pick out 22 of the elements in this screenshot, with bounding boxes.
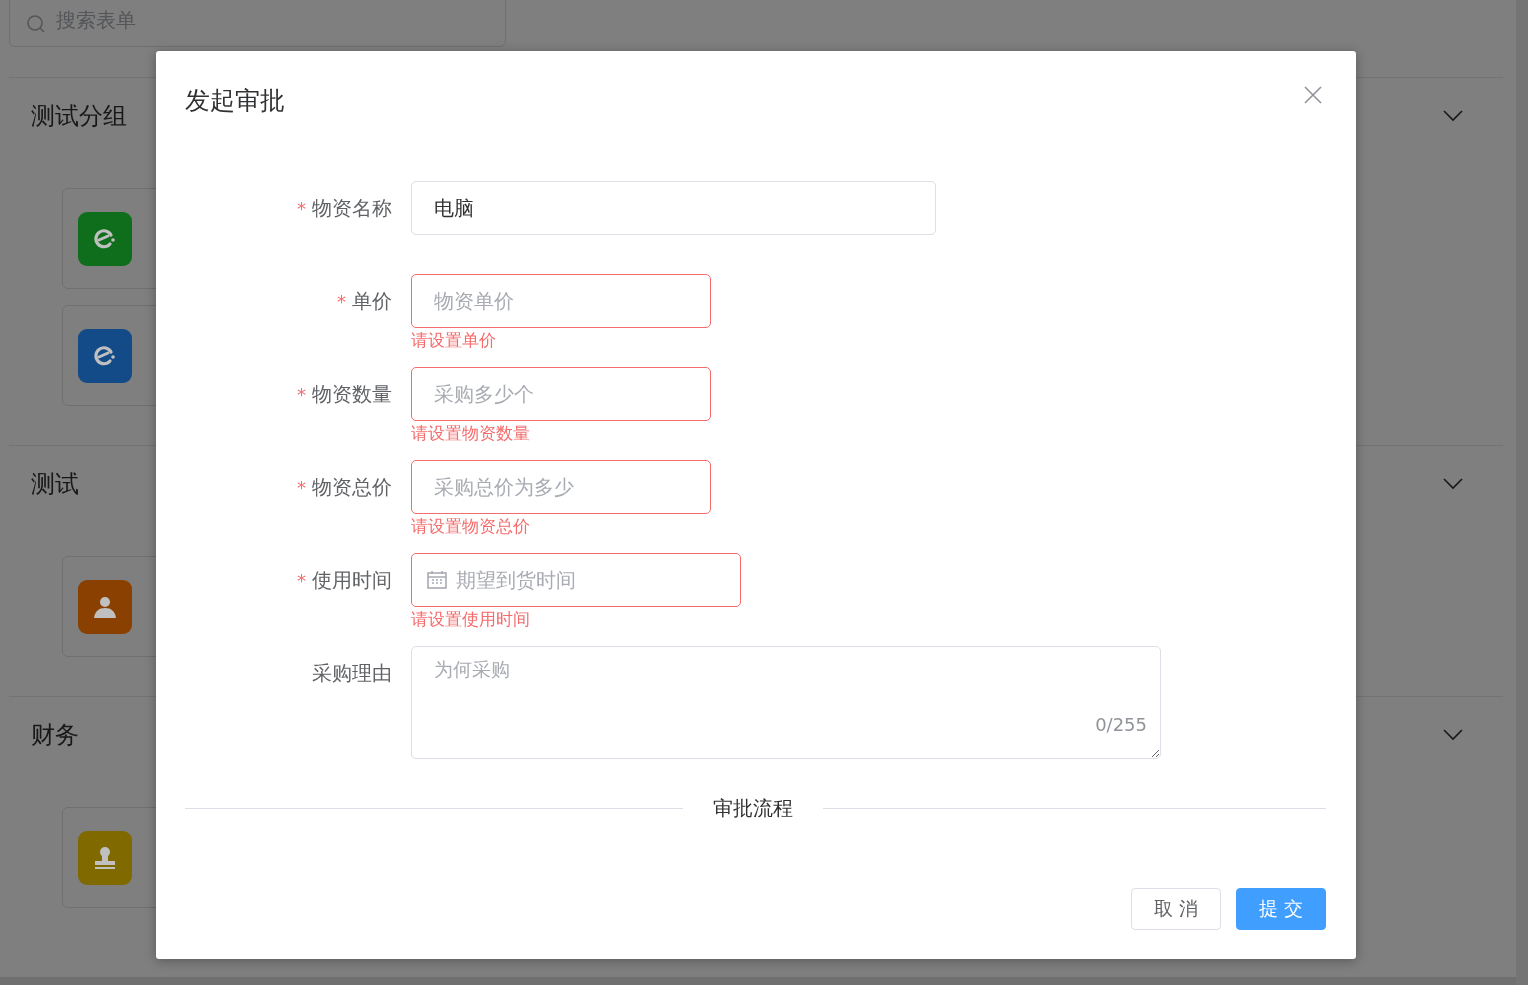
required-mark: * <box>297 383 306 405</box>
error-message: 请设置单价 <box>411 329 497 352</box>
field-label: 物资总价 <box>312 473 392 501</box>
required-mark: * <box>297 476 306 498</box>
required-mark: * <box>297 569 306 591</box>
section-title: 审批流程 <box>713 795 793 822</box>
required-mark: * <box>297 197 306 219</box>
required-mark: * <box>337 290 346 312</box>
error-message: 请设置物资数量 <box>411 422 531 445</box>
group-title: 财务 <box>31 719 79 751</box>
placeholder-text: 期望到货时间 <box>456 566 576 594</box>
field-label: 物资数量 <box>312 380 392 408</box>
field-label: 采购理由 <box>312 659 392 687</box>
field-label: 单价 <box>352 287 392 315</box>
field-label: 使用时间 <box>312 566 392 594</box>
group-title: 测试分组 <box>31 100 127 132</box>
character-counter: 0/255 <box>1095 714 1147 735</box>
group-title: 测试 <box>31 468 79 500</box>
error-message: 请设置使用时间 <box>411 608 531 631</box>
dialog-title: 发起审批 <box>185 85 285 117</box>
field-label: 物资名称 <box>312 194 392 222</box>
error-message: 请设置物资总价 <box>411 515 531 538</box>
